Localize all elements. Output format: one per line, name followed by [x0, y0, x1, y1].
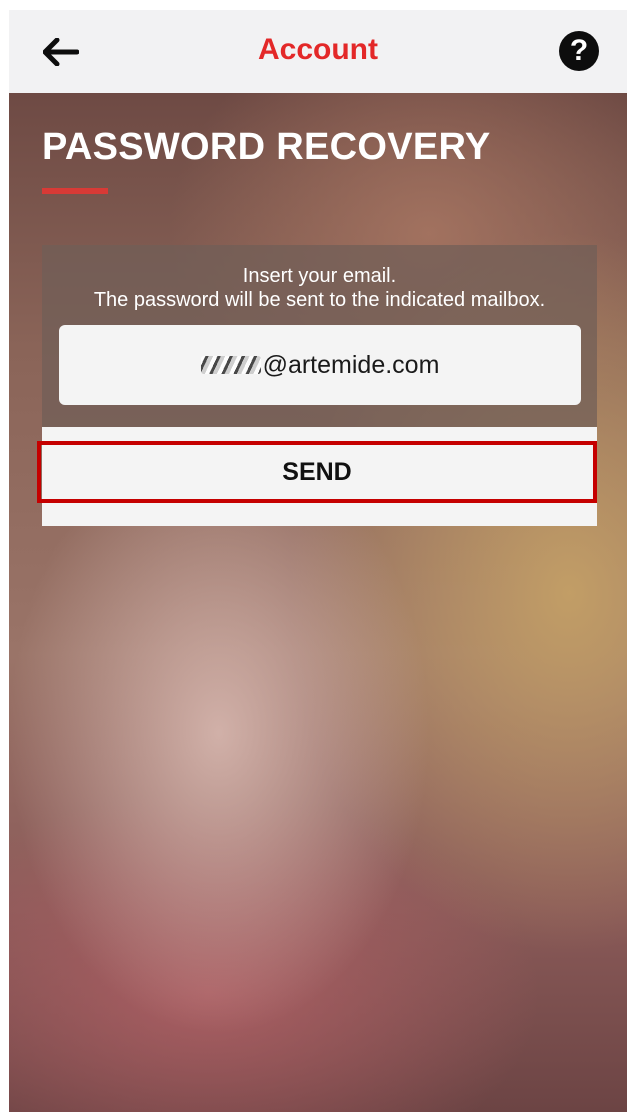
instructions-text: Insert your email. The password will be … — [42, 264, 597, 312]
header-title: Account — [258, 33, 378, 66]
email-field[interactable]: @artemide.com — [59, 325, 581, 405]
page-title: PASSWORD RECOVERY — [42, 126, 491, 168]
top-bar: Account ? — [9, 10, 627, 93]
instruction-line-2: The password will be sent to the indicat… — [93, 289, 546, 311]
send-button[interactable]: SEND — [37, 441, 597, 503]
title-underline — [42, 188, 108, 194]
app-screen: Account ? PASSWORD RECOVERY Insert your … — [9, 10, 627, 1112]
send-container: SEND — [37, 427, 597, 526]
instruction-line-1: Insert your email. — [242, 265, 397, 287]
help-button[interactable]: ? — [559, 31, 599, 71]
redacted-text — [200, 356, 261, 374]
email-panel: Insert your email. The password will be … — [42, 245, 597, 427]
question-circle-icon: ? — [569, 34, 589, 67]
email-value: @artemide.com — [262, 350, 440, 379]
